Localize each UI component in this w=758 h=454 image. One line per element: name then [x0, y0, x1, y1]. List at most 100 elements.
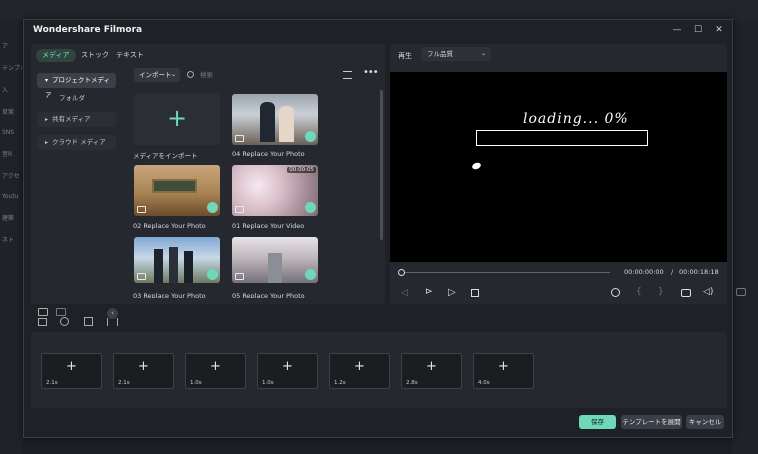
media-thumbnail[interactable]: 00:00:05 — [232, 165, 318, 216]
import-media-tile[interactable]: + — [134, 94, 220, 145]
sidebar-item-folder[interactable]: フォルダ — [37, 91, 116, 106]
maximize-button[interactable]: ☐ — [691, 23, 705, 37]
media-scrollbar[interactable] — [380, 90, 383, 240]
render-icon[interactable] — [611, 288, 620, 297]
chevron-right-icon: ▸ — [45, 116, 49, 123]
chevron-down-icon: ⌄ — [170, 71, 176, 78]
template-slot[interactable]: +1.0s — [257, 353, 318, 389]
more-options-icon[interactable]: ••• — [363, 67, 379, 78]
rotate-icon[interactable] — [60, 317, 69, 326]
crop-icon[interactable] — [84, 317, 93, 326]
play-icon[interactable]: ▷ — [448, 287, 456, 298]
template-slot-strip: +2.1s +2.1s +1.0s +1.0s +1.2s +2.8s +4.0… — [31, 332, 727, 408]
plus-icon: + — [166, 104, 188, 132]
folder-icon[interactable] — [56, 308, 66, 316]
playhead-track[interactable] — [400, 272, 610, 273]
planet-doodle — [471, 161, 482, 171]
bg-label-9: ネト — [2, 237, 15, 244]
checkmark-icon — [305, 202, 316, 213]
sidebar-item-cloud-media[interactable]: ▸ クラウド メディア — [37, 135, 116, 150]
sidebar-item-project-media[interactable]: ▾ プロジェクトメディア — [37, 73, 116, 99]
person-figure — [279, 106, 294, 142]
media-item-label: 05 Replace Your Photo — [232, 292, 305, 298]
image-icon — [235, 135, 244, 142]
stop-icon[interactable] — [471, 289, 479, 297]
media-item-label: 02 Replace Your Photo — [133, 222, 206, 230]
bg-label-0: ア — [2, 43, 9, 50]
playhead-knob[interactable] — [398, 269, 405, 276]
save-button[interactable]: 保存 — [579, 415, 616, 429]
expand-template-button[interactable]: テンプレートを展開 — [621, 415, 682, 429]
tab-text[interactable]: テキスト — [110, 49, 150, 62]
person-figure — [184, 251, 193, 283]
search-icon — [187, 71, 194, 78]
close-button[interactable]: ✕ — [712, 23, 726, 37]
mark-in-icon[interactable]: { — [636, 287, 642, 297]
checkmark-icon — [207, 269, 218, 280]
import-dropdown[interactable]: インポート ⌄ — [134, 68, 180, 82]
slot-duration: 2.8s — [406, 380, 418, 386]
checkmark-icon — [305, 131, 316, 142]
sidebar-item-label: 共有メディア — [52, 115, 91, 123]
media-thumbnail[interactable] — [232, 94, 318, 145]
plus-icon: + — [354, 359, 365, 374]
media-thumbnail[interactable] — [134, 165, 220, 216]
checkmark-icon — [207, 202, 218, 213]
slot-duration: 2.1s — [118, 380, 130, 386]
sidebar-item-shared-media[interactable]: ▸ 共有メディア — [37, 112, 116, 127]
bg-label-7: Youtu — [2, 193, 19, 200]
new-folder-icon[interactable] — [38, 308, 48, 316]
mark-out-icon[interactable]: } — [658, 287, 664, 297]
plus-icon: + — [282, 359, 293, 374]
bg-label-8: 建築 — [2, 215, 15, 222]
current-time: 00:00:00:00 — [624, 268, 664, 276]
audio-icon[interactable] — [38, 318, 47, 326]
template-dialog: Wondershare Filmora — ☐ ✕ メディア ストック テキスト… — [23, 19, 733, 438]
person-figure — [260, 102, 275, 142]
sidebar-item-label: クラウド メディア — [52, 138, 106, 146]
filter-icon[interactable] — [343, 71, 352, 79]
search-input[interactable] — [200, 68, 350, 82]
chevron-down-icon: ⌄ — [480, 50, 486, 57]
slot-duration: 1.0s — [190, 380, 202, 386]
bg-label-1: テンプレー — [2, 65, 22, 72]
media-thumbnail[interactable] — [134, 237, 220, 283]
media-sidebar: ▾ プロジェクトメディア フォルダ ▸ 共有メディア ▸ クラウド メディア — [31, 68, 125, 304]
person-figure — [154, 249, 163, 283]
template-slot[interactable]: +1.0s — [185, 353, 246, 389]
cancel-button[interactable]: キャンセル — [686, 415, 724, 429]
road — [268, 253, 282, 283]
step-back-icon[interactable]: ◁ — [401, 288, 408, 298]
template-slot[interactable]: +2.8s — [401, 353, 462, 389]
background-left-panel: ア テンプレー 入 草案 SNS 音R アクセ Youtu 建築 ネト — [0, 20, 22, 454]
template-slot[interactable]: +2.1s — [41, 353, 102, 389]
bg-label-6: アクセ — [2, 173, 20, 180]
plus-icon: + — [210, 359, 221, 374]
tab-media[interactable]: メディア — [36, 49, 76, 62]
chevron-right-icon: ▸ — [45, 139, 49, 146]
media-thumbnail[interactable] — [232, 237, 318, 283]
template-slot[interactable]: +1.2s — [329, 353, 390, 389]
template-slot[interactable]: +2.1s — [113, 353, 174, 389]
volume-icon[interactable]: ◁) — [703, 287, 713, 297]
template-slot[interactable]: +4.0s — [473, 353, 534, 389]
frame-back-icon[interactable]: ⊳ — [425, 287, 433, 297]
slot-duration: 2.1s — [46, 380, 58, 386]
slot-duration: 1.2s — [334, 380, 346, 386]
media-item-label: 03 Replace Your Photo — [133, 292, 206, 298]
plus-icon: + — [426, 359, 437, 374]
bg-camera-icon — [736, 288, 746, 296]
split-icon[interactable] — [107, 318, 118, 326]
quality-dropdown[interactable]: フル品質 ⌄ — [421, 47, 491, 61]
media-item-label: メディアをインポート — [133, 152, 198, 160]
snapshot-icon[interactable] — [681, 289, 691, 297]
minimize-button[interactable]: — — [670, 23, 684, 37]
image-icon — [137, 273, 146, 280]
time-separator: / — [671, 268, 674, 276]
bg-label-2: 入 — [2, 87, 9, 94]
tab-stock[interactable]: ストック — [75, 49, 115, 62]
media-item-label: 04 Replace Your Photo — [232, 150, 305, 158]
chevron-down-icon: ▾ — [45, 77, 49, 84]
import-dropdown-label: インポート — [139, 71, 172, 79]
image-icon — [235, 273, 244, 280]
